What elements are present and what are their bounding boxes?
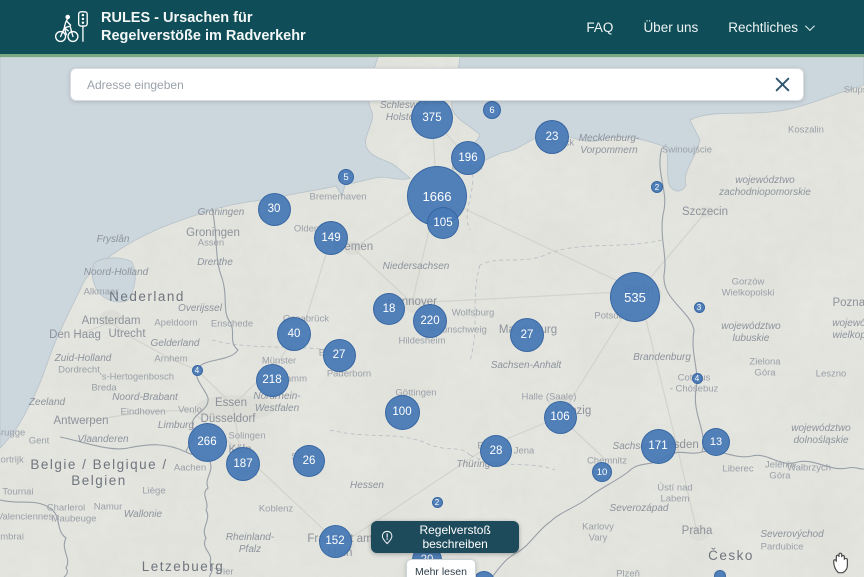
cluster-marker[interactable]: 5: [338, 169, 354, 185]
cluster-marker[interactable]: 106: [544, 401, 577, 434]
cluster-marker[interactable]: 6: [483, 101, 501, 119]
nav-item-faq[interactable]: FAQ: [586, 20, 613, 35]
cluster-marker[interactable]: 26: [293, 445, 325, 477]
cluster-marker[interactable]: 4: [692, 373, 703, 384]
cluster-marker[interactable]: 375: [411, 97, 453, 139]
cluster-marker[interactable]: 30: [258, 193, 291, 226]
cluster-marker[interactable]: 100: [385, 395, 420, 430]
cluster-marker[interactable]: 2: [651, 181, 663, 193]
cluster-marker[interactable]: 23: [535, 120, 569, 154]
cluster-marker[interactable]: 266: [188, 423, 227, 462]
cluster-marker[interactable]: [473, 571, 495, 577]
cluster-marker[interactable]: 196: [451, 141, 485, 175]
cluster-marker[interactable]: 149: [314, 221, 348, 255]
clear-search-button[interactable]: [774, 76, 791, 93]
address-search-input[interactable]: [85, 77, 774, 93]
page-title: RULES - Ursachen für Regelverstöße im Ra…: [101, 9, 306, 45]
cluster-marker[interactable]: 220: [413, 304, 447, 338]
cluster-marker[interactable]: 18: [373, 293, 405, 325]
cluster-marker[interactable]: 218: [256, 364, 289, 397]
nav-item-ueber-uns[interactable]: Über uns: [643, 20, 698, 35]
cluster-marker[interactable]: 13: [702, 428, 730, 456]
cluster-marker[interactable]: 152: [319, 525, 352, 558]
cluster-marker[interactable]: 4: [192, 365, 203, 376]
chevron-down-icon: [805, 21, 815, 31]
pin-exclamation-icon: [381, 528, 393, 547]
report-violation-button[interactable]: Regelverstoß beschreiben: [371, 521, 519, 553]
main-nav: FAQ Über uns Rechtliches: [586, 20, 812, 35]
nav-item-rechtliches[interactable]: Rechtliches: [728, 20, 812, 35]
app-header: RULES - Ursachen für Regelverstöße im Ra…: [0, 0, 864, 57]
cluster-marker[interactable]: [714, 570, 726, 577]
cluster-marker[interactable]: 535: [610, 272, 660, 322]
cluster-marker[interactable]: 10: [592, 462, 612, 482]
cluster-marker[interactable]: 27: [510, 318, 544, 352]
cluster-marker[interactable]: 171: [641, 429, 676, 464]
more-info-link[interactable]: Mehr lesen: [406, 559, 476, 577]
cluster-marker[interactable]: 40: [277, 317, 311, 351]
cluster-marker[interactable]: 105: [427, 207, 459, 239]
app-root: Schleswig- HolsteinKielLübeckRostockMeck…: [0, 0, 864, 577]
cluster-marker[interactable]: 187: [226, 447, 260, 481]
close-icon: [774, 76, 791, 93]
cluster-marker[interactable]: 27: [323, 339, 356, 372]
cyclist-traffic-light-logo-icon: [53, 8, 91, 46]
cluster-marker[interactable]: 2: [432, 497, 443, 508]
cluster-marker[interactable]: 3: [694, 302, 705, 313]
address-search-bar: [70, 68, 804, 101]
cluster-marker[interactable]: 28: [480, 435, 512, 467]
